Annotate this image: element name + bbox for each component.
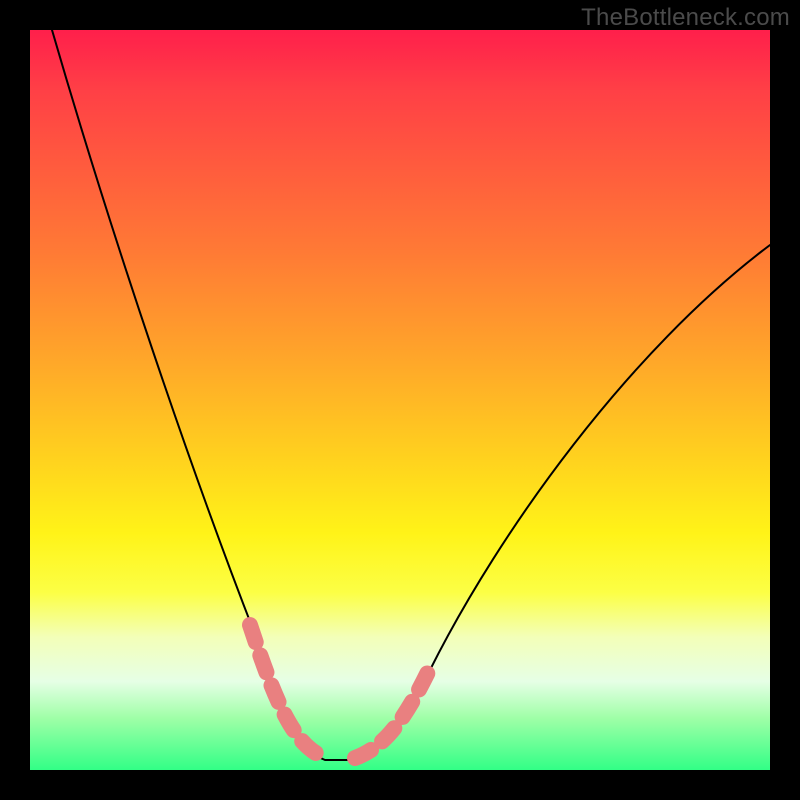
curve-svg — [30, 30, 770, 770]
valley-beads-left — [250, 625, 325, 758]
gradient-plot-area — [30, 30, 770, 770]
stage: TheBottleneck.com — [0, 0, 800, 800]
bottleneck-curve — [52, 30, 770, 760]
watermark-text: TheBottleneck.com — [581, 4, 790, 32]
valley-beads-right — [355, 672, 428, 758]
